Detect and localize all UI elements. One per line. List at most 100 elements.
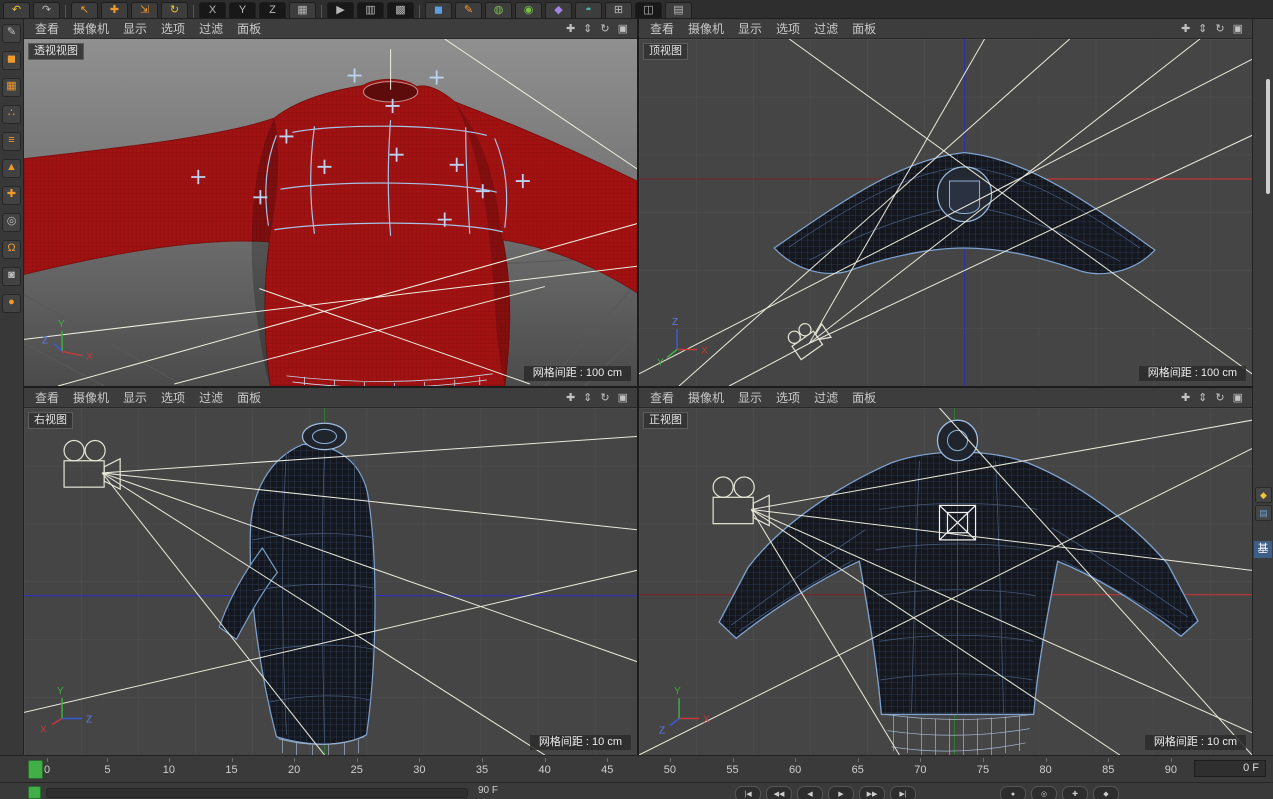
toggle-view-icon[interactable]: ▣	[618, 391, 628, 404]
z-axis-lock-icon[interactable]: Z	[259, 2, 286, 18]
axis-y-label: Y	[674, 686, 681, 697]
goto-end-button[interactable]: ▶|	[890, 786, 916, 799]
mograph-icon[interactable]: ⊞	[605, 2, 632, 18]
display-settings-icon[interactable]: ▤	[665, 2, 692, 18]
rotate-view-icon[interactable]: ↻	[600, 22, 609, 35]
y-axis-lock-icon[interactable]: Y	[229, 2, 256, 18]
menu-filter[interactable]: 过滤	[192, 389, 230, 406]
menu-view[interactable]: 查看	[643, 20, 681, 37]
prev-frame-button[interactable]: ◀	[797, 786, 823, 799]
environment-objects-icon[interactable]: ◓	[575, 2, 602, 18]
pan-view-icon[interactable]: ✚	[566, 22, 575, 35]
menu-display[interactable]: 显示	[731, 389, 769, 406]
autokey-button[interactable]: ◎	[1031, 786, 1057, 799]
redo-icon[interactable]: ↷	[33, 2, 60, 18]
menu-cameras[interactable]: 摄像机	[681, 389, 731, 406]
panel-scrollbar[interactable]	[1266, 79, 1270, 194]
record-position-button[interactable]: ✚	[1062, 786, 1088, 799]
menu-filter[interactable]: 过滤	[807, 389, 845, 406]
menu-display[interactable]: 显示	[731, 20, 769, 37]
lock-workplane-icon[interactable]: ◙	[2, 267, 21, 286]
coordinates-panel-icon[interactable]: ▤	[1255, 505, 1272, 521]
snap-icon[interactable]: Ω	[2, 240, 21, 259]
menu-options[interactable]: 选项	[769, 20, 807, 37]
rotate-tool-icon[interactable]: ↻	[161, 2, 188, 18]
menu-display[interactable]: 显示	[116, 389, 154, 406]
menu-display[interactable]: 显示	[116, 20, 154, 37]
play-button[interactable]: ▶	[828, 786, 854, 799]
render-view-icon[interactable]: ▶	[327, 2, 354, 18]
menu-filter[interactable]: 过滤	[192, 20, 230, 37]
menu-panel[interactable]: 面板	[230, 20, 268, 37]
next-frame-button[interactable]: ▶▶	[859, 786, 885, 799]
rotate-view-icon[interactable]: ↻	[1215, 391, 1224, 404]
toggle-view-icon[interactable]: ▣	[618, 22, 628, 35]
texture-mode-icon[interactable]: ▦	[2, 78, 21, 97]
current-frame-field[interactable]: 0 F	[1194, 760, 1266, 777]
coordinate-system-icon[interactable]: ▦	[289, 2, 316, 18]
pan-view-icon[interactable]: ✚	[1181, 22, 1190, 35]
prev-key-button[interactable]: ◀◀	[766, 786, 792, 799]
x-axis-lock-icon[interactable]: X	[199, 2, 226, 18]
record-keyframe-button[interactable]: ●	[1000, 786, 1026, 799]
menu-options[interactable]: 选项	[154, 389, 192, 406]
menu-options[interactable]: 选项	[154, 20, 192, 37]
menu-filter[interactable]: 过滤	[807, 20, 845, 37]
menu-view[interactable]: 查看	[643, 389, 681, 406]
range-slider-track[interactable]	[46, 788, 468, 798]
toggle-view-icon[interactable]: ▣	[1233, 22, 1243, 35]
render-settings-icon[interactable]: ▩	[387, 2, 414, 18]
enable-axis-icon[interactable]: ✚	[2, 186, 21, 205]
pan-view-icon[interactable]: ✚	[566, 391, 575, 404]
viewport-solo-icon[interactable]: ◎	[2, 213, 21, 232]
scale-tool-icon[interactable]: ⇲	[131, 2, 158, 18]
quantize-icon[interactable]: ●	[2, 294, 21, 313]
model-mode-icon[interactable]: ◼	[2, 51, 21, 70]
live-selection-tool-icon[interactable]: ↖	[71, 2, 98, 18]
undo-icon[interactable]: ↶	[3, 2, 30, 18]
generators-icon[interactable]: ◍	[485, 2, 512, 18]
spline-pen-icon[interactable]: ✎	[455, 2, 482, 18]
camera-objects-icon[interactable]: ◫	[635, 2, 662, 18]
front-canvas[interactable]: Y X Z 正视图 网格间距 : 10 cm	[639, 408, 1252, 755]
rotate-view-icon[interactable]: ↻	[600, 391, 609, 404]
modeling-tools-icon[interactable]: ◉	[515, 2, 542, 18]
menu-view[interactable]: 查看	[28, 389, 66, 406]
menu-panel[interactable]: 面板	[230, 389, 268, 406]
menu-options[interactable]: 选项	[769, 389, 807, 406]
menu-panel[interactable]: 面板	[845, 20, 883, 37]
render-picture-viewer-icon[interactable]: ▥	[357, 2, 384, 18]
current-frame-marker[interactable]	[28, 760, 43, 779]
perspective-canvas[interactable]: Y X Z 透视视图 网格间距 : 100 cm	[24, 39, 637, 386]
make-editable-icon[interactable]: ✎	[2, 24, 21, 43]
edges-mode-icon[interactable]: ≡	[2, 132, 21, 151]
add-cube-icon[interactable]: ◼	[425, 2, 452, 18]
goto-start-button[interactable]: |◀	[735, 786, 761, 799]
range-start-marker[interactable]	[28, 786, 41, 799]
toggle-view-icon[interactable]: ▣	[1233, 391, 1243, 404]
record-scale-button[interactable]: ◆	[1093, 786, 1119, 799]
menu-cameras[interactable]: 摄像机	[66, 389, 116, 406]
menu-panel[interactable]: 面板	[845, 389, 883, 406]
move-tool-icon[interactable]: ✚	[101, 2, 128, 18]
zoom-view-icon[interactable]: ⇕	[1198, 22, 1207, 35]
basic-tab[interactable]: 基	[1254, 541, 1272, 558]
timeline-tick: 10	[163, 756, 175, 782]
right-canvas[interactable]: Y Z X 右视图 网格间距 : 10 cm	[24, 408, 637, 755]
top-canvas[interactable]: Z Y X 顶视图 网格间距 : 100 cm	[639, 39, 1252, 386]
pan-view-icon[interactable]: ✚	[1181, 391, 1190, 404]
menu-view[interactable]: 查看	[28, 20, 66, 37]
menu-cameras[interactable]: 摄像机	[66, 20, 116, 37]
timeline-ruler[interactable]: 0 5 10 15 20 25 30 35 40 45 50 55 60 65 …	[0, 755, 1273, 782]
polygons-mode-icon[interactable]: ▲	[2, 159, 21, 178]
rotate-view-icon[interactable]: ↻	[1215, 22, 1224, 35]
menu-cameras[interactable]: 摄像机	[681, 20, 731, 37]
deformers-icon[interactable]: ◆	[545, 2, 572, 18]
zoom-view-icon[interactable]: ⇕	[583, 22, 592, 35]
viewport-nav-icons: ✚ ⇕ ↻ ▣	[1181, 22, 1248, 35]
right-canvas-svg: Y Z X	[24, 408, 637, 755]
points-mode-icon[interactable]: ∴	[2, 105, 21, 124]
attribute-panel-icon[interactable]: ◆	[1255, 487, 1272, 503]
zoom-view-icon[interactable]: ⇕	[1198, 391, 1207, 404]
zoom-view-icon[interactable]: ⇕	[583, 391, 592, 404]
